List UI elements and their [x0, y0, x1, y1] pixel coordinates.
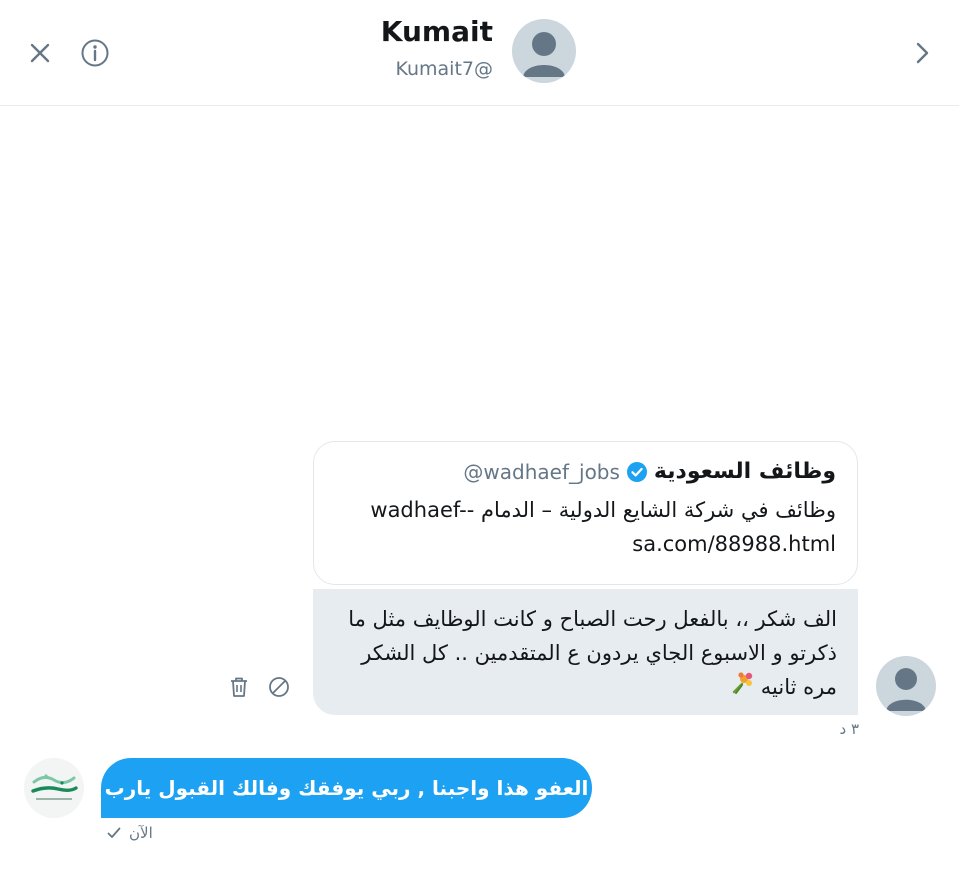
default-avatar-icon — [886, 668, 926, 711]
sender-avatar[interactable] — [876, 656, 936, 716]
default-avatar-icon — [523, 32, 565, 77]
tweet-author-name: وظائف السعودية — [653, 459, 836, 484]
user-avatar[interactable] — [24, 758, 84, 818]
checkmark-icon — [107, 827, 121, 838]
close-icon — [30, 43, 50, 63]
report-message-button[interactable] — [264, 672, 294, 702]
incoming-message-bubble: الف شكر ،، بالفعل رحت الصباح و كانت الوظ… — [313, 589, 858, 715]
outgoing-message-bubble: العفو هذا واجبنا , ربي يوفقك وفالك القبو… — [101, 758, 592, 818]
delete-message-button[interactable] — [224, 672, 254, 702]
avatar[interactable] — [512, 19, 576, 83]
close-button[interactable] — [23, 36, 57, 70]
bouquet-icon — [730, 671, 754, 705]
wadhaef-logo-icon — [24, 758, 84, 818]
tweet-author: وظائف السعودية @wadhaef_jobs — [330, 459, 836, 484]
next-button[interactable] — [905, 36, 939, 70]
chevron-right-icon — [916, 42, 929, 64]
message-status: الآن — [107, 824, 153, 842]
message-timestamp: ٣ د — [839, 720, 859, 738]
verified-badge-icon — [626, 461, 648, 483]
conversation-name[interactable]: Kumait — [381, 15, 493, 48]
tweet-author-handle: @wadhaef_jobs — [463, 459, 620, 484]
conversation-handle: Kumait7@ — [395, 58, 493, 80]
outgoing-message-text: العفو هذا واجبنا , ربي يوفقك وفالك القبو… — [104, 776, 589, 800]
info-button[interactable] — [78, 36, 112, 70]
incoming-message-text: الف شكر ،، بالفعل رحت الصباح و كانت الوظ… — [348, 607, 837, 699]
tweet-text: وظائف في شركة الشايع الدولية – الدمام -w… — [370, 498, 836, 556]
info-icon — [81, 39, 109, 67]
conversation-header: Kumait Kumait7@ — [0, 0, 959, 106]
block-icon — [269, 677, 289, 697]
shared-tweet-card[interactable]: وظائف السعودية @wadhaef_jobs وظائف في شر… — [313, 441, 858, 585]
message-status-text: الآن — [129, 824, 153, 842]
trash-icon — [231, 677, 247, 697]
